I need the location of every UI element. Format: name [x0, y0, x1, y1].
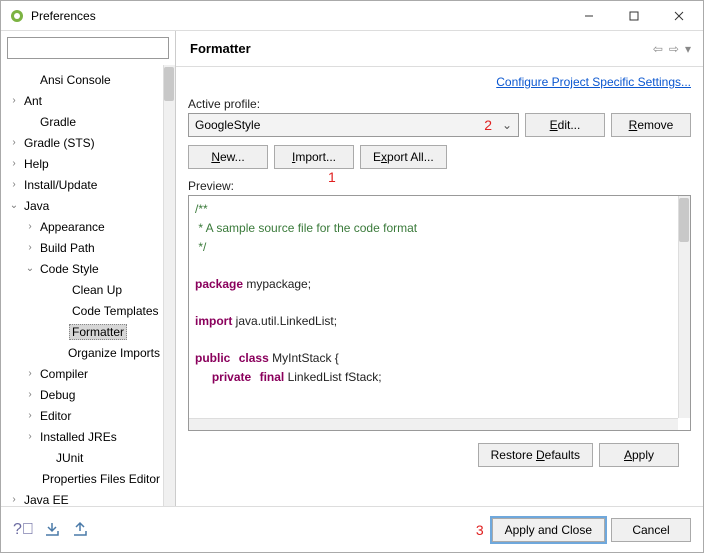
tree-item-label: Build Path [37, 241, 98, 255]
tree-item-label: Code Templates [69, 304, 162, 318]
preview-thumb-v[interactable] [679, 198, 689, 242]
preferences-tree[interactable]: Ansi Console›AntGradle›Gradle (STS)›Help… [1, 65, 163, 506]
tree-item[interactable]: ›Compiler [1, 363, 163, 384]
tree-item-label: Formatter [69, 324, 127, 340]
tree-item-label: Compiler [37, 367, 91, 381]
tree-item-label: Java EE [21, 493, 72, 507]
tree-item[interactable]: ›Appearance [1, 216, 163, 237]
tree-item[interactable]: ›Build Path [1, 237, 163, 258]
tree-item[interactable]: ›Installed JREs [1, 426, 163, 447]
import-prefs-icon[interactable] [44, 521, 62, 539]
tree-item-label: JUnit [53, 451, 86, 465]
footer: ?⃝ 3 Apply and Close Cancel [1, 506, 703, 552]
titlebar: Preferences [1, 1, 703, 31]
tree-item-label: Installed JREs [37, 430, 120, 444]
preview-scrollbar-v[interactable] [678, 196, 690, 418]
tree-item-label: Clean Up [69, 283, 125, 297]
tree-item-label: Properties Files Editor [39, 472, 163, 486]
restore-defaults-button[interactable]: Restore Defaults [478, 443, 593, 467]
forward-icon[interactable]: ⇨ [669, 42, 679, 56]
profile-value: GoogleStyle [195, 118, 260, 132]
tree-item[interactable]: Code Templates [1, 300, 163, 321]
expand-icon[interactable]: › [23, 389, 37, 400]
tree-item[interactable]: ›Java EE [1, 489, 163, 506]
tree-item[interactable]: Ansi Console [1, 69, 163, 90]
close-button[interactable] [656, 2, 701, 30]
tree-item[interactable]: Gradle [1, 111, 163, 132]
collapse-icon[interactable]: ⌄ [23, 263, 37, 274]
tree-item[interactable]: JUnit [1, 447, 163, 468]
help-icon[interactable]: ?⃝ [13, 521, 34, 539]
annotation-3: 3 [476, 522, 484, 538]
tree-item-label: Gradle (STS) [21, 136, 98, 150]
menu-arrow-icon[interactable]: ▾ [685, 42, 691, 56]
active-profile-label: Active profile: [188, 97, 691, 111]
remove-button[interactable]: Remove [611, 113, 691, 137]
expand-icon[interactable]: › [7, 179, 21, 190]
filter-input[interactable] [7, 37, 169, 59]
tree-item[interactable]: ›Ant [1, 90, 163, 111]
edit-button[interactable]: Edit... [525, 113, 605, 137]
tree-item-label: Editor [37, 409, 74, 423]
tree-item[interactable]: ›Debug [1, 384, 163, 405]
apply-button[interactable]: Apply [599, 443, 679, 467]
expand-icon[interactable]: › [23, 221, 37, 232]
expand-icon[interactable]: › [7, 158, 21, 169]
collapse-icon[interactable]: ⌄ [7, 200, 21, 211]
left-pane: Ansi Console›AntGradle›Gradle (STS)›Help… [1, 31, 176, 506]
tree-item[interactable]: ⌄Java [1, 195, 163, 216]
tree-scroll-thumb[interactable] [164, 67, 174, 101]
export-all-button[interactable]: Export All... [360, 145, 447, 169]
expand-icon[interactable]: › [23, 242, 37, 253]
expand-icon[interactable]: › [7, 494, 21, 505]
window-title: Preferences [31, 9, 566, 23]
configure-project-link[interactable]: Configure Project Specific Settings... [496, 75, 691, 89]
preview-scrollbar-h[interactable] [189, 418, 678, 430]
tree-item[interactable]: ›Help [1, 153, 163, 174]
maximize-button[interactable] [611, 2, 656, 30]
tree-item-label: Help [21, 157, 52, 171]
tree-item[interactable]: Properties Files Editor [1, 468, 163, 489]
tree-item-label: Ant [21, 94, 45, 108]
expand-icon[interactable]: › [23, 410, 37, 421]
tree-item-label: Code Style [37, 262, 102, 276]
expand-icon[interactable]: › [23, 431, 37, 442]
new-button[interactable]: New... [188, 145, 268, 169]
tree-item[interactable]: ⌄Code Style [1, 258, 163, 279]
cancel-button[interactable]: Cancel [611, 518, 691, 542]
back-icon[interactable]: ⇦ [653, 42, 663, 56]
profile-select[interactable]: GoogleStyle 2 ⌄ [188, 113, 519, 137]
app-icon [9, 8, 25, 24]
minimize-button[interactable] [566, 2, 611, 30]
expand-icon[interactable]: › [7, 137, 21, 148]
tree-item-label: Appearance [37, 220, 108, 234]
tree-item-label: Ansi Console [37, 73, 114, 87]
tree-item[interactable]: ›Editor [1, 405, 163, 426]
import-button[interactable]: Import... [274, 145, 354, 169]
tree-item-label: Debug [37, 388, 78, 402]
tree-item[interactable]: Organize Imports [1, 342, 163, 363]
preview-content: /** * A sample source file for the code … [189, 196, 690, 391]
tree-item-label: Gradle [37, 115, 79, 129]
preview-box: /** * A sample source file for the code … [188, 195, 691, 431]
tree-item[interactable]: Clean Up [1, 279, 163, 300]
right-pane: Formatter ⇦ ⇨ ▾ Configure Project Specif… [176, 31, 703, 506]
tree-item[interactable]: ›Gradle (STS) [1, 132, 163, 153]
tree-item[interactable]: Formatter [1, 321, 163, 342]
annotation-2: 2 [484, 117, 492, 133]
export-prefs-icon[interactable] [72, 521, 90, 539]
tree-item-label: Organize Imports [65, 346, 163, 360]
apply-and-close-button[interactable]: Apply and Close [492, 518, 605, 542]
tree-scrollbar[interactable] [163, 65, 175, 506]
tree-item-label: Install/Update [21, 178, 100, 192]
preview-label: Preview: [188, 179, 691, 193]
tree-item-label: Java [21, 199, 52, 213]
annotation-1: 1 [328, 169, 336, 185]
chevron-down-icon: ⌄ [502, 118, 512, 132]
expand-icon[interactable]: › [23, 368, 37, 379]
expand-icon[interactable]: › [7, 95, 21, 106]
page-title: Formatter [190, 41, 653, 56]
tree-item[interactable]: ›Install/Update [1, 174, 163, 195]
